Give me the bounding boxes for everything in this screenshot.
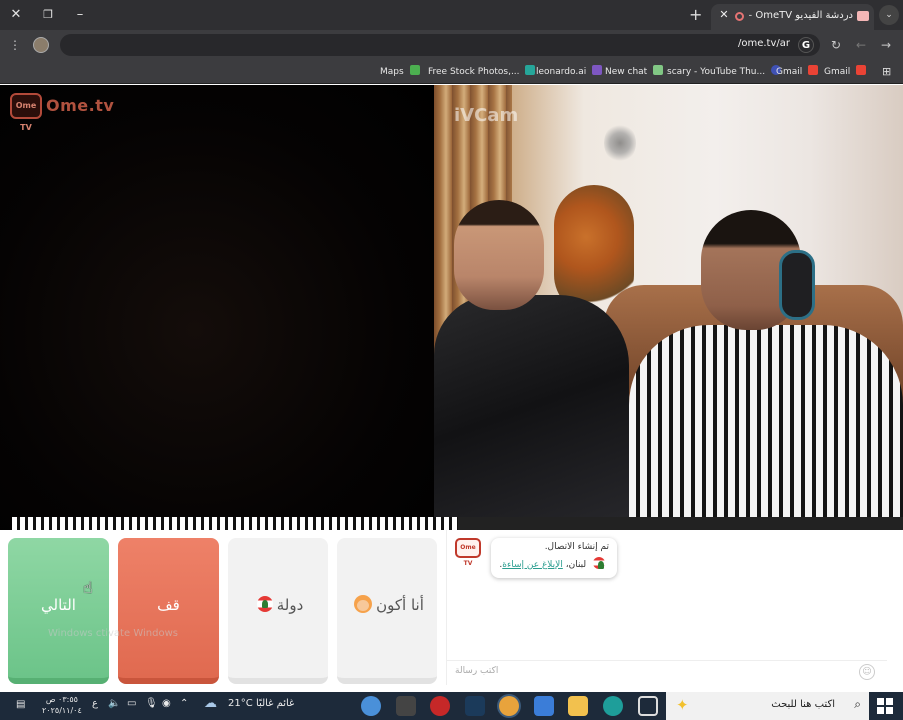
video-wall-art — [604, 123, 636, 163]
bookmark-maps[interactable]: Maps — [380, 65, 420, 77]
gmail-icon — [856, 65, 867, 75]
camera-icon[interactable]: ◉ — [162, 698, 171, 709]
task-view-icon[interactable] — [638, 696, 658, 716]
menu-dots-icon[interactable]: ⋮ — [6, 36, 24, 54]
ivcam-watermark: iVCam — [454, 105, 519, 126]
active-tab[interactable]: ✕ دردشة الفيديو OmeTV — بد — [711, 4, 874, 30]
bookmark-youtube[interactable]: scary - YouTube Thu... — [667, 65, 781, 77]
system-message: تم إنشاء الاتصال. لبنان، الإبلاغ عن إساء… — [491, 538, 617, 578]
tab-favicon-icon — [857, 11, 869, 21]
maps-icon — [409, 65, 420, 75]
forward-icon[interactable]: → — [877, 36, 895, 54]
video-bottom-strip — [434, 517, 903, 530]
bookmark-gmail-1[interactable]: Gmail — [776, 65, 819, 77]
headphones-icon — [779, 250, 815, 320]
bookmark-gmail-2[interactable]: Gmail — [824, 65, 867, 77]
language-indicator[interactable]: ع — [92, 698, 98, 709]
network-icon[interactable]: ▭ — [127, 698, 136, 709]
back-icon[interactable]: ← — [852, 36, 870, 54]
video-stripe-bar — [12, 517, 458, 530]
message-connection: تم إنشاء الاتصال. — [544, 542, 609, 552]
new-tab-button[interactable]: + — [689, 5, 702, 24]
google-icon[interactable]: G — [798, 37, 814, 53]
ometv-logo-text: Ome.tv — [46, 96, 115, 115]
windows-activation-watermark: Windows ctivate Windows — [48, 628, 178, 639]
weather-temperature[interactable]: 21°C — [228, 698, 253, 709]
message-country: لبنان — [568, 560, 587, 570]
tab-close-icon[interactable]: ✕ — [717, 8, 731, 21]
search-placeholder: اكتب هنا للبحث — [771, 699, 835, 710]
person-emoji-icon — [354, 595, 373, 613]
notifications-icon[interactable]: ▤ — [16, 699, 25, 710]
store-icon[interactable] — [534, 696, 554, 716]
stop-button[interactable]: قف — [118, 538, 219, 684]
browser-toolbar: ⋮ ome.tv/ar/ G ↻ ← → — [0, 30, 903, 60]
emoji-picker-icon[interactable]: ☺ — [859, 664, 875, 680]
clock-date: ٢٠٢٥/١١/٠٤ — [42, 706, 82, 715]
local-video: Ome TV Ome.tv — [0, 85, 434, 530]
profile-avatar[interactable] — [33, 37, 49, 53]
apps-grid-icon[interactable]: ⊞ — [882, 66, 894, 78]
edge-icon[interactable] — [603, 696, 623, 716]
reload-icon[interactable]: ↻ — [827, 36, 845, 54]
url-text[interactable]: ome.tv/ar/ — [738, 38, 790, 49]
country-button[interactable]: دولة — [228, 538, 328, 684]
address-bar[interactable]: ome.tv/ar/ G — [60, 34, 820, 56]
ometv-page: Ome TV Ome.tv iVCam التالي قف دولة أنا أ… — [0, 85, 903, 692]
weather-condition[interactable]: غائم غالبًا — [256, 698, 294, 709]
file-explorer-icon[interactable] — [568, 696, 588, 716]
gmail-icon — [808, 65, 819, 75]
remote-video: iVCam — [434, 85, 903, 517]
search-highlight-icon: ✦ — [676, 696, 689, 714]
chat-icon — [653, 65, 664, 75]
bookmark-new-chat[interactable]: New chat — [605, 65, 664, 77]
search-icon: ⌕ — [854, 697, 861, 711]
taskbar-app-icon[interactable] — [361, 696, 381, 716]
tray-expand-icon[interactable]: ⌃ — [180, 698, 188, 709]
chrome-icon[interactable] — [499, 696, 519, 716]
browser-titlebar: ✕ ❐ – + ✕ دردشة الفيديو OmeTV — بد ⌄ — [0, 0, 903, 30]
volume-icon[interactable]: 🔈 — [108, 698, 120, 709]
ometv-logo-icon: Ome TV — [10, 93, 42, 132]
lebanon-flag-icon — [256, 596, 273, 612]
bookmark-leonardo[interactable]: leonardo.ai — [536, 65, 603, 77]
leonardo-icon — [592, 65, 603, 75]
bookmarks-bar: Maps Free Stock Photos,... leonardo.ai N… — [0, 60, 903, 84]
chat-ometv-icon: Ome TV — [455, 538, 481, 567]
steam-icon[interactable] — [465, 696, 485, 716]
chat-input-placeholder: اكتب رسالة — [455, 666, 499, 676]
taskbar-app-icon[interactable] — [430, 696, 450, 716]
video-person-left — [434, 190, 639, 517]
windows-start-icon[interactable] — [877, 698, 893, 714]
tab-title: دردشة الفيديو OmeTV — بد — [749, 10, 853, 21]
windows-taskbar: ▤ ٠٣:٥٥ ص ٢٠٢٥/١١/٠٤ ع 🔈 ▭ 🎙 ◉ ⌃ ☁ 21°C … — [0, 692, 903, 720]
taskbar-search[interactable]: ✦ اكتب هنا للبحث ⌕ — [666, 692, 869, 720]
chat-input[interactable]: اكتب رسالة ☺ — [447, 660, 887, 682]
restore-window-icon[interactable]: ❐ — [38, 5, 58, 25]
tab-search-button[interactable]: ⌄ — [879, 5, 899, 25]
taskbar-clock[interactable]: ٠٣:٥٥ ص ٢٠٢٥/١١/٠٤ — [42, 694, 82, 716]
gender-button[interactable]: أنا أكون — [337, 538, 437, 684]
recording-icon — [735, 12, 744, 21]
taskbar-app-icon[interactable] — [396, 696, 416, 716]
mouse-cursor-icon: ☝ — [83, 578, 93, 597]
bookmark-free-stock-photos[interactable]: Free Stock Photos,... — [428, 65, 536, 77]
close-window-icon[interactable]: ✕ — [6, 5, 26, 25]
photos-icon — [525, 65, 536, 75]
next-button[interactable]: التالي — [8, 538, 109, 684]
chat-panel: Ome TV تم إنشاء الاتصال. لبنان، الإبلاغ … — [446, 530, 887, 685]
weather-cloud-icon: ☁ — [204, 696, 217, 711]
lebanon-flag-icon — [593, 557, 605, 569]
message-country-line: لبنان، الإبلاغ عن إساءة. — [499, 557, 609, 570]
microphone-icon[interactable]: 🎙 — [145, 698, 158, 709]
minimize-window-icon[interactable]: – — [70, 5, 90, 25]
screen: ✕ ❐ – + ✕ دردشة الفيديو OmeTV — بد ⌄ ⋮ o… — [0, 0, 903, 720]
report-abuse-link[interactable]: الإبلاغ عن إساءة — [502, 560, 563, 570]
video-person-right — [629, 210, 903, 517]
clock-time: ٠٣:٥٥ ص — [45, 695, 78, 704]
